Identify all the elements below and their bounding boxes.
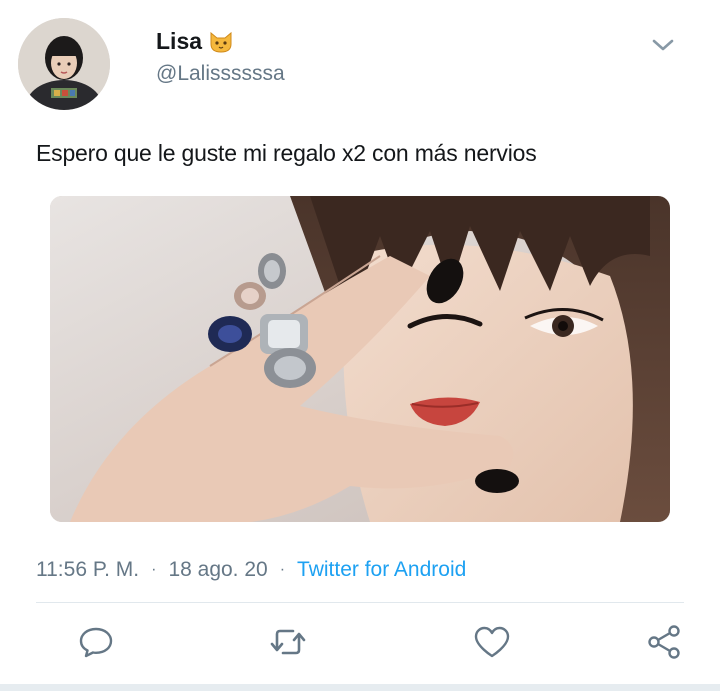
tweet-source-link[interactable]: Twitter for Android — [297, 558, 466, 582]
retweet-button[interactable] — [266, 622, 310, 666]
tweet-photo[interactable] — [50, 196, 670, 522]
tweet-metadata: 11:56 P. M. · 18 ago. 20 · Twitter for A… — [36, 558, 466, 582]
retweet-icon — [269, 625, 307, 664]
share-button[interactable] — [642, 622, 686, 666]
avatar[interactable] — [18, 18, 110, 110]
divider — [36, 602, 684, 603]
tweet-actions — [0, 622, 720, 666]
share-icon — [646, 624, 682, 665]
tweet-date: 18 ago. 20 — [168, 558, 268, 581]
author-handle[interactable]: @Lalissssssa — [156, 62, 285, 86]
bottom-separator — [0, 684, 720, 691]
tweet-time: 11:56 P. M. — [36, 558, 140, 581]
reply-button[interactable] — [74, 622, 118, 666]
author-name[interactable]: Lisa — [156, 28, 234, 55]
chevron-down-icon[interactable] — [650, 36, 676, 54]
reply-icon — [78, 625, 114, 664]
tweet-card: Lisa @Lalissssssa Espero que le guste mi… — [0, 0, 720, 691]
cat-face-emoji-icon — [208, 30, 234, 54]
heart-icon — [473, 625, 511, 664]
separator: · — [279, 561, 286, 578]
separator: · — [151, 561, 157, 578]
tweet-text: Espero que le guste mi regalo x2 con más… — [36, 140, 537, 166]
author-display-name[interactable]: Lisa — [156, 28, 202, 55]
like-button[interactable] — [470, 622, 514, 666]
